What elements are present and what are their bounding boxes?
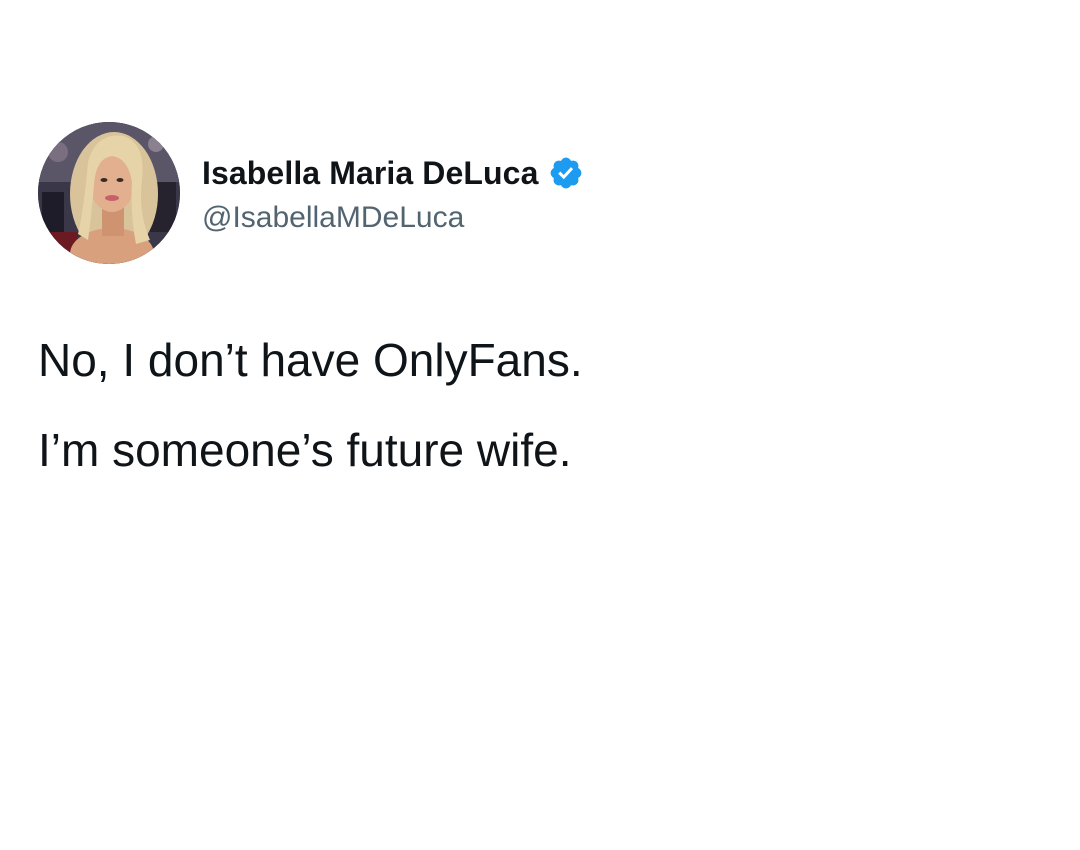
name-row: Isabella Maria DeLuca — [202, 151, 584, 195]
profile-photo — [38, 122, 180, 264]
user-handle[interactable]: @IsabellaMDeLuca — [202, 201, 584, 235]
tweet-header: Isabella Maria DeLuca @IsabellaMDeLuca — [38, 122, 584, 264]
avatar[interactable] — [38, 122, 180, 264]
tweet-line: No, I don’t have OnlyFans. — [38, 334, 583, 386]
tweet-body: No, I don’t have OnlyFans. I’m someone’s… — [38, 332, 1038, 512]
user-block: Isabella Maria DeLuca @IsabellaMDeLuca — [202, 151, 584, 235]
display-name[interactable]: Isabella Maria DeLuca — [202, 155, 538, 192]
tweet-line: I’m someone’s future wife. — [38, 424, 572, 476]
verified-badge-icon — [548, 155, 584, 191]
